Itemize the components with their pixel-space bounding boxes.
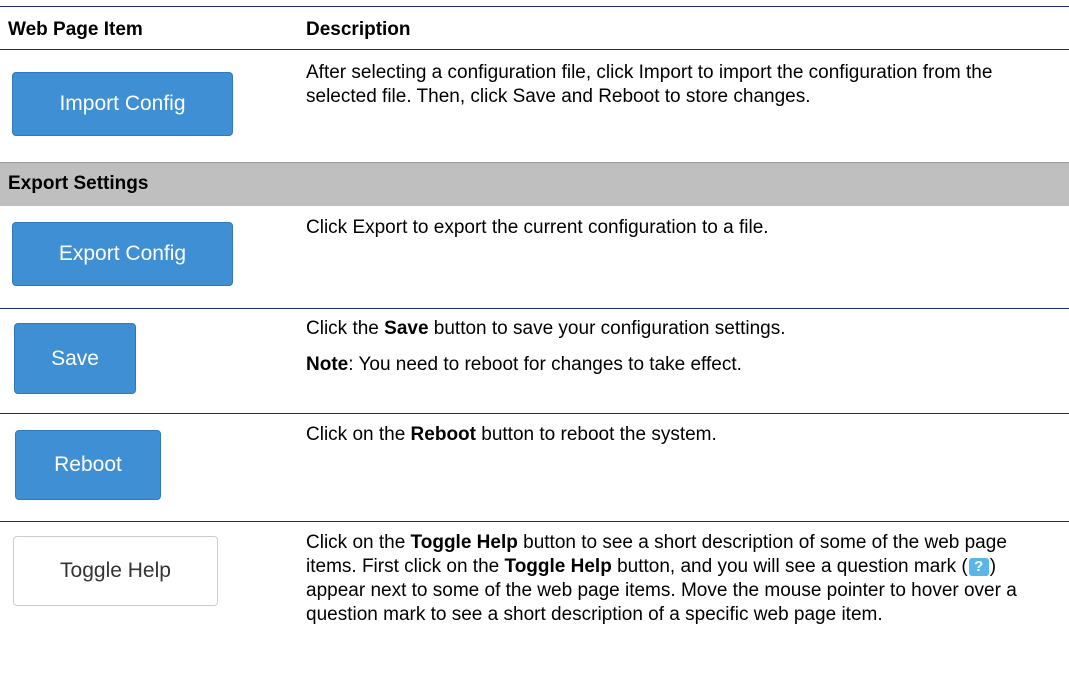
table-top-rule: [0, 6, 1069, 7]
export-config-button[interactable]: Export Config: [12, 222, 233, 286]
save-note: Note: You need to reboot for changes to …: [306, 354, 742, 375]
header-rule: [0, 49, 1069, 50]
reboot-description: Click on the Reboot button to reboot the…: [306, 423, 1046, 447]
header-web-page-item: Web Page Item: [8, 19, 143, 40]
export-config-text: Click Export to export the current confi…: [306, 217, 769, 238]
row-rule: [0, 521, 1069, 522]
reboot-button[interactable]: Reboot: [15, 430, 161, 500]
import-config-button[interactable]: Import Config: [12, 72, 233, 136]
reboot-text: Click on the Reboot button to reboot the…: [306, 424, 717, 445]
help-question-icon: ?: [968, 557, 989, 576]
row-rule: [0, 413, 1069, 414]
toggle-help-text: Click on the Toggle Help button to see a…: [306, 532, 1017, 625]
save-text: Click the Save button to save your confi…: [306, 318, 786, 339]
section-export-settings: Export Settings: [8, 173, 149, 194]
toggle-help-description: Click on the Toggle Help button to see a…: [306, 531, 1058, 627]
section-band: [0, 162, 1069, 206]
save-description: Click the Save button to save your confi…: [306, 317, 1046, 377]
row-rule: [0, 308, 1069, 309]
toggle-help-button[interactable]: Toggle Help: [13, 536, 218, 606]
header-description: Description: [306, 19, 411, 40]
import-config-text: After selecting a configuration file, cl…: [306, 62, 993, 107]
import-config-description: After selecting a configuration file, cl…: [306, 61, 1046, 109]
save-button[interactable]: Save: [14, 323, 136, 394]
export-config-description: Click Export to export the current confi…: [306, 216, 1046, 240]
band-top-rule: [0, 162, 1069, 163]
